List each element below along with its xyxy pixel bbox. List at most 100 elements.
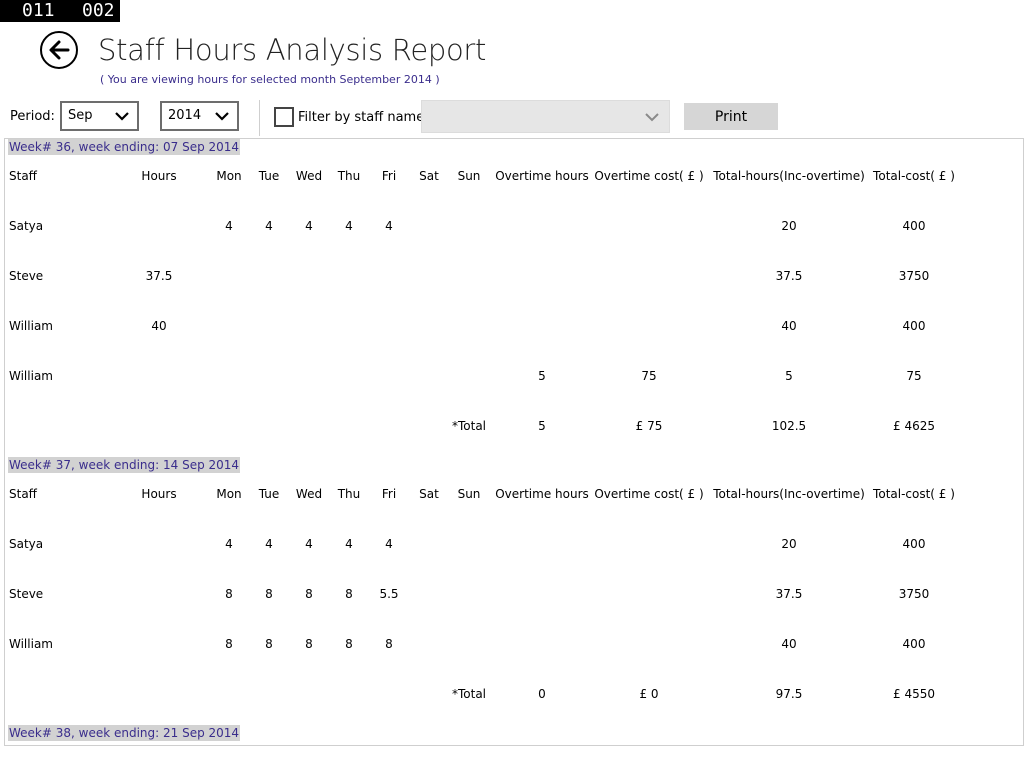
cell-staff: Satya [9,537,44,551]
column-header-overtime-hours: Overtime hours [495,487,589,501]
table-row[interactable]: Satya 4 4 4 4 4 20 400 [5,216,1021,236]
cell-total-hours: 20 [781,537,797,551]
cell-total-cost: 400 [902,637,926,651]
column-header-row: Staff Hours Mon Tue Wed Thu Fri Sat Sun Overtime … [5,166,1021,186]
column-header-total-hours: Total-hours(Inc-overtime) [713,169,865,183]
total-overtime-cost: £ 75 [635,419,663,433]
filter-divider [259,100,260,136]
cell-staff: William [9,319,53,333]
column-header-total-cost: Total-cost( £ ) [873,487,955,501]
cell-thu: 8 [345,637,353,651]
staff-name-select[interactable] [421,100,670,133]
page-subtitle: ( You are viewing hours for selected mon… [100,73,440,86]
total-overtime-hours: 5 [538,419,546,433]
month-select-value: Sep [68,108,93,123]
report-panel[interactable]: Week# 36, week ending: 07 Sep 2014 Staff H… [4,138,1024,746]
debug-counter: 011 002 [0,0,120,22]
column-header-fri: Fri [381,169,397,183]
column-header-sat: Sat [419,487,439,501]
cell-wed: 8 [305,637,313,651]
cell-fri: 8 [385,637,393,651]
cell-wed: 4 [305,219,313,233]
table-row[interactable]: William 8 8 8 8 8 40 400 [5,634,1021,654]
cell-wed: 8 [305,587,313,601]
cell-staff: Steve [9,269,44,283]
column-header-sun: Sun [457,169,481,183]
debug-counter-right: 002 [82,0,115,21]
column-header-fri: Fri [381,487,397,501]
cell-total-hours: 37.5 [775,269,803,283]
table-row[interactable]: Steve 8 8 8 8 5.5 37.5 3750 [5,584,1021,604]
cell-total-cost: 75 [906,369,922,383]
cell-total-cost: 400 [902,537,926,551]
column-header-wed: Wed [295,169,323,183]
cell-mon: 4 [225,219,233,233]
column-header-sun: Sun [457,487,481,501]
page-title: Staff Hours Analysis Report [98,33,487,67]
cell-mon: 4 [225,537,233,551]
debug-counter-left: 011 [22,0,55,21]
total-overtime-cost: £ 0 [639,687,659,701]
arrow-left-icon [49,40,70,60]
cell-staff: Steve [9,587,44,601]
column-header-total-cost: Total-cost( £ ) [873,169,955,183]
cell-fri: 4 [385,219,393,233]
column-header-total-hours: Total-hours(Inc-overtime) [713,487,865,501]
total-row: *Total 5 £ 75 102.5 £ 4625 [5,416,1021,436]
cell-fri: 5.5 [379,587,399,601]
column-header-thu: Thu [337,487,361,501]
filter-bar: Period: Sep 2014 Filter by staff name: P… [0,100,1024,136]
cell-hours: 40 [151,319,167,333]
print-button[interactable]: Print [684,103,778,130]
cell-wed: 4 [305,537,313,551]
table-row[interactable]: Satya 4 4 4 4 4 20 400 [5,534,1021,554]
cell-tue: 4 [265,219,273,233]
table-row[interactable]: Steve 37.5 37.5 3750 [5,266,1021,286]
column-header-sat: Sat [419,169,439,183]
column-header-hours: Hours [141,169,177,183]
back-button[interactable] [40,31,78,69]
cell-tue: 4 [265,537,273,551]
cell-total-hours: 40 [781,637,797,651]
cell-tue: 8 [265,637,273,651]
column-header-overtime-cost: Overtime cost( £ ) [594,169,704,183]
column-header-tue: Tue [258,487,280,501]
total-hours: 102.5 [771,419,807,433]
total-cost: £ 4625 [893,419,935,433]
cell-staff: Satya [9,219,44,233]
chevron-down-icon [645,113,659,122]
cell-thu: 4 [345,537,353,551]
cell-fri: 4 [385,537,393,551]
total-label: *Total [451,687,487,701]
table-row[interactable]: William 40 40 400 [5,316,1021,336]
column-header-overtime-hours: Overtime hours [495,169,589,183]
cell-total-hours: 5 [785,369,793,383]
period-label: Period: [10,109,55,124]
cell-overtime-hours: 5 [538,369,546,383]
table-row[interactable]: William 5 75 5 75 [5,366,1021,386]
cell-hours: 37.5 [145,269,173,283]
total-label: *Total [451,419,487,433]
week-header: Week# 36, week ending: 07 Sep 2014 [8,139,241,155]
cell-total-cost: 400 [902,219,926,233]
total-row: *Total 0 £ 0 97.5 £ 4550 [5,684,1021,704]
cell-mon: 8 [225,637,233,651]
week-header: Week# 38, week ending: 21 Sep 2014 [8,725,241,741]
column-header-row: Staff Hours Mon Tue Wed Thu Fri Sat Sun Overtime … [5,484,1021,504]
total-hours: 97.5 [775,687,803,701]
cell-tue: 8 [265,587,273,601]
year-select[interactable]: 2014 [160,101,239,131]
chevron-down-icon [215,112,229,121]
total-overtime-hours: 0 [538,687,546,701]
filter-by-staff-label: Filter by staff name: [298,110,429,125]
column-header-tue: Tue [258,169,280,183]
cell-total-hours: 40 [781,319,797,333]
month-select[interactable]: Sep [60,101,139,131]
cell-total-cost: 400 [902,319,926,333]
cell-thu: 4 [345,219,353,233]
cell-total-hours: 20 [781,219,797,233]
cell-staff: William [9,637,53,651]
column-header-overtime-cost: Overtime cost( £ ) [594,487,704,501]
filter-by-staff-checkbox[interactable] [274,107,294,127]
week-header: Week# 37, week ending: 14 Sep 2014 [8,457,241,473]
